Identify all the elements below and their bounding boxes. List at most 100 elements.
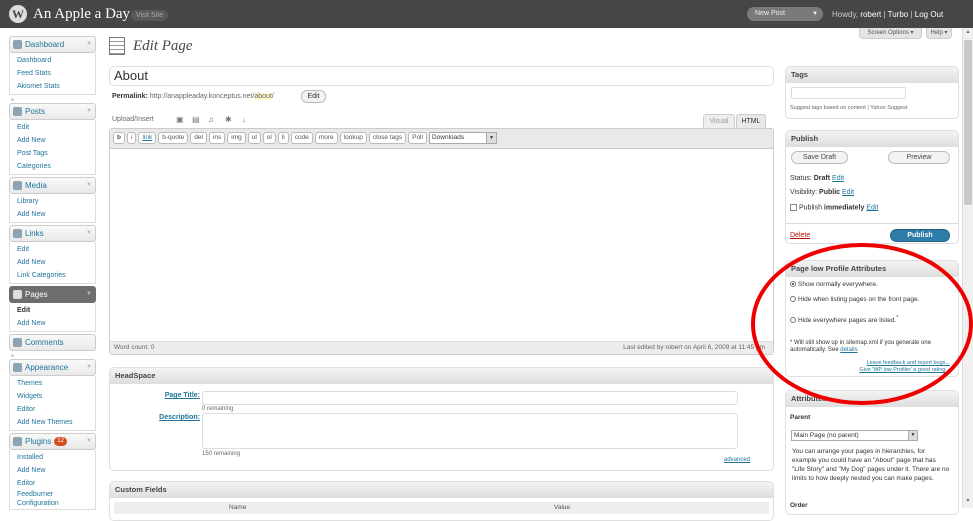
- quicktag-button[interactable]: b: [113, 132, 125, 144]
- add-image-icon[interactable]: ▣: [176, 116, 184, 124]
- radio-hide-front-page[interactable]: Hide when listing pages on the front pag…: [790, 296, 919, 303]
- add-audio-icon[interactable]: ♫: [208, 116, 215, 124]
- help-button[interactable]: Help ▾: [926, 28, 952, 39]
- delete-link[interactable]: Delete: [790, 232, 810, 239]
- quicktag-button[interactable]: i: [126, 132, 137, 144]
- quicktag-button[interactable]: li: [277, 132, 289, 144]
- page-scrollbar[interactable]: ▲ ▼: [962, 28, 973, 508]
- postbox-title[interactable]: Attributes: [786, 391, 958, 407]
- quicktag-button[interactable]: b-quote: [158, 132, 189, 144]
- submenu-item[interactable]: Library: [17, 195, 95, 208]
- feedback-link[interactable]: Leave feedback and report bugs...: [867, 360, 950, 366]
- scroll-up-icon[interactable]: ▲: [964, 29, 972, 38]
- add-media-icon[interactable]: ✱: [225, 116, 232, 124]
- publish-button[interactable]: Publish: [890, 229, 950, 242]
- details-link[interactable]: details: [840, 347, 857, 353]
- tags-input[interactable]: [791, 87, 906, 99]
- postbox-title[interactable]: HeadSpace: [110, 368, 773, 384]
- submenu-item[interactable]: Themes: [17, 377, 95, 390]
- visibility-edit-link[interactable]: Edit: [842, 189, 854, 196]
- menu-comments[interactable]: Comments: [9, 334, 96, 351]
- submenu-item-current[interactable]: Edit: [17, 304, 95, 317]
- menu-pages[interactable]: Pages ▼: [9, 286, 96, 303]
- menu-posts[interactable]: Posts ▼: [9, 103, 96, 120]
- submenu-item[interactable]: Editor: [17, 477, 95, 490]
- quicktag-button[interactable]: Poll: [408, 132, 427, 144]
- submenu-item[interactable]: Add New: [17, 256, 95, 269]
- permalink-slug[interactable]: about: [254, 93, 272, 100]
- scroll-down-icon[interactable]: ▼: [964, 498, 972, 507]
- download-icon[interactable]: ↓: [242, 116, 249, 124]
- toggle-arrow-icon[interactable]: ▼: [86, 178, 92, 193]
- submenu-item[interactable]: Edit: [17, 243, 95, 256]
- toggle-arrow-icon[interactable]: ▼: [86, 226, 92, 241]
- description-label[interactable]: Description:: [140, 414, 200, 421]
- toggle-arrow-icon[interactable]: ▼: [86, 287, 92, 302]
- submenu-item[interactable]: Add New: [17, 134, 95, 147]
- toggle-arrow-icon[interactable]: ▼: [86, 360, 92, 375]
- toggle-arrow-icon[interactable]: ▼: [86, 104, 92, 119]
- submenu-item[interactable]: Feedburner Configuration: [17, 490, 95, 508]
- quicktag-button[interactable]: ol: [262, 132, 276, 144]
- submenu-item[interactable]: Widgets: [17, 390, 95, 403]
- schedule-edit-link[interactable]: Edit: [866, 204, 878, 211]
- submenu-item[interactable]: Categories: [17, 160, 95, 173]
- new-post-dropdown[interactable]: New Post ▼: [747, 7, 823, 21]
- postbox-title[interactable]: Publish: [786, 131, 958, 147]
- radio-hide-everywhere[interactable]: Hide everywhere pages are listed.*: [790, 315, 898, 324]
- permalink-edit-button[interactable]: Edit: [301, 90, 326, 103]
- logout-link[interactable]: Log Out: [915, 10, 943, 19]
- turbo-link[interactable]: Turbo: [888, 10, 909, 19]
- menu-links[interactable]: Links ▼: [9, 225, 96, 242]
- menu-media[interactable]: Media ▼: [9, 177, 96, 194]
- toggle-arrow-icon[interactable]: ▼: [86, 37, 92, 52]
- postbox-title[interactable]: Page low Profile Attributes: [786, 261, 958, 277]
- postbox-title[interactable]: Custom Fields: [110, 482, 773, 498]
- description-textarea[interactable]: [202, 413, 738, 449]
- submenu-item[interactable]: Dashboard: [17, 54, 95, 67]
- quicktag-button[interactable]: code: [290, 132, 313, 144]
- rating-link[interactable]: Give 'WP low Profiler' a good rating...: [859, 367, 950, 373]
- postbox-title[interactable]: Tags: [786, 67, 958, 83]
- quicktag-button[interactable]: more: [314, 132, 338, 144]
- preview-button[interactable]: Preview: [888, 151, 950, 164]
- quicktag-button[interactable]: ins: [208, 132, 226, 144]
- tab-html[interactable]: HTML: [736, 114, 766, 128]
- save-draft-button[interactable]: Save Draft: [791, 151, 848, 164]
- submenu-item[interactable]: Add New Themes: [17, 416, 95, 429]
- advanced-link[interactable]: advanced: [724, 457, 750, 463]
- downloads-select[interactable]: Downloads ▼: [428, 132, 497, 144]
- quicktag-button[interactable]: img: [227, 132, 246, 144]
- username-link[interactable]: robert: [860, 10, 881, 19]
- submenu-item[interactable]: Add New: [17, 208, 95, 221]
- menu-appearance[interactable]: Appearance ▼: [9, 359, 96, 376]
- title-input[interactable]: About: [109, 66, 774, 86]
- quicktag-button[interactable]: ul: [247, 132, 261, 144]
- screen-options-button[interactable]: Screen Options ▾: [859, 28, 922, 39]
- submenu-item[interactable]: Feed Stats: [17, 67, 95, 80]
- submenu-item[interactable]: Edit: [17, 121, 95, 134]
- submenu-item[interactable]: Akismet Stats: [17, 80, 95, 93]
- menu-dashboard[interactable]: Dashboard ▼: [9, 36, 96, 53]
- submenu-item[interactable]: Add New: [17, 464, 95, 477]
- page-title-label[interactable]: Page Title:: [150, 392, 200, 399]
- submenu-item[interactable]: Post Tags: [17, 147, 95, 160]
- status-edit-link[interactable]: Edit: [832, 175, 844, 182]
- site-title[interactable]: An Apple a Day: [33, 6, 130, 23]
- parent-select[interactable]: Main Page (no parent) ▼: [791, 430, 918, 441]
- tab-visual[interactable]: Visual: [703, 114, 735, 128]
- quicktag-button[interactable]: del: [190, 132, 207, 144]
- submenu-item[interactable]: Add New: [17, 317, 95, 330]
- quicktag-button[interactable]: close tags: [368, 132, 407, 144]
- page-title-input[interactable]: [202, 391, 738, 405]
- quicktag-button[interactable]: link: [138, 132, 157, 144]
- menu-plugins[interactable]: Plugins 12 ▼: [9, 433, 96, 450]
- scrollbar-thumb[interactable]: [964, 40, 972, 205]
- visit-site-button[interactable]: Visit Site: [131, 10, 169, 21]
- submenu-item[interactable]: Link Categories: [17, 269, 95, 282]
- tags-suggest-links[interactable]: Suggest tags based on content | Yahoo Su…: [790, 105, 907, 111]
- submenu-item[interactable]: Installed: [17, 451, 95, 464]
- toggle-arrow-icon[interactable]: ▼: [86, 434, 92, 449]
- add-video-icon[interactable]: ▤: [192, 116, 200, 124]
- submenu-item[interactable]: Editor: [17, 403, 95, 416]
